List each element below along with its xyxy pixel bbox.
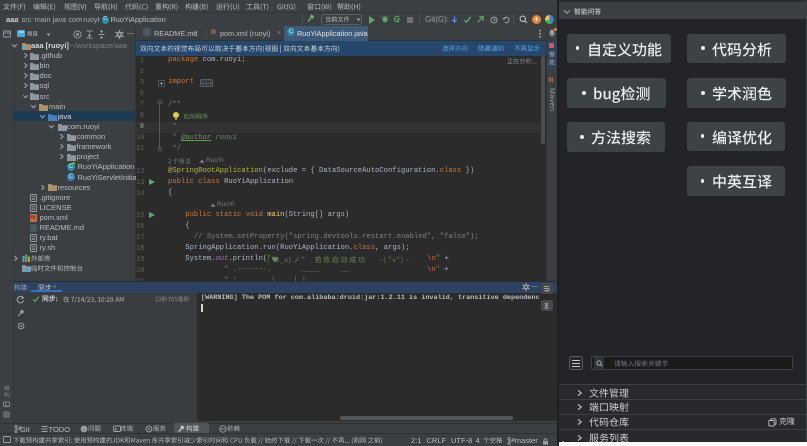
svg-text:!: ! [83,426,84,432]
